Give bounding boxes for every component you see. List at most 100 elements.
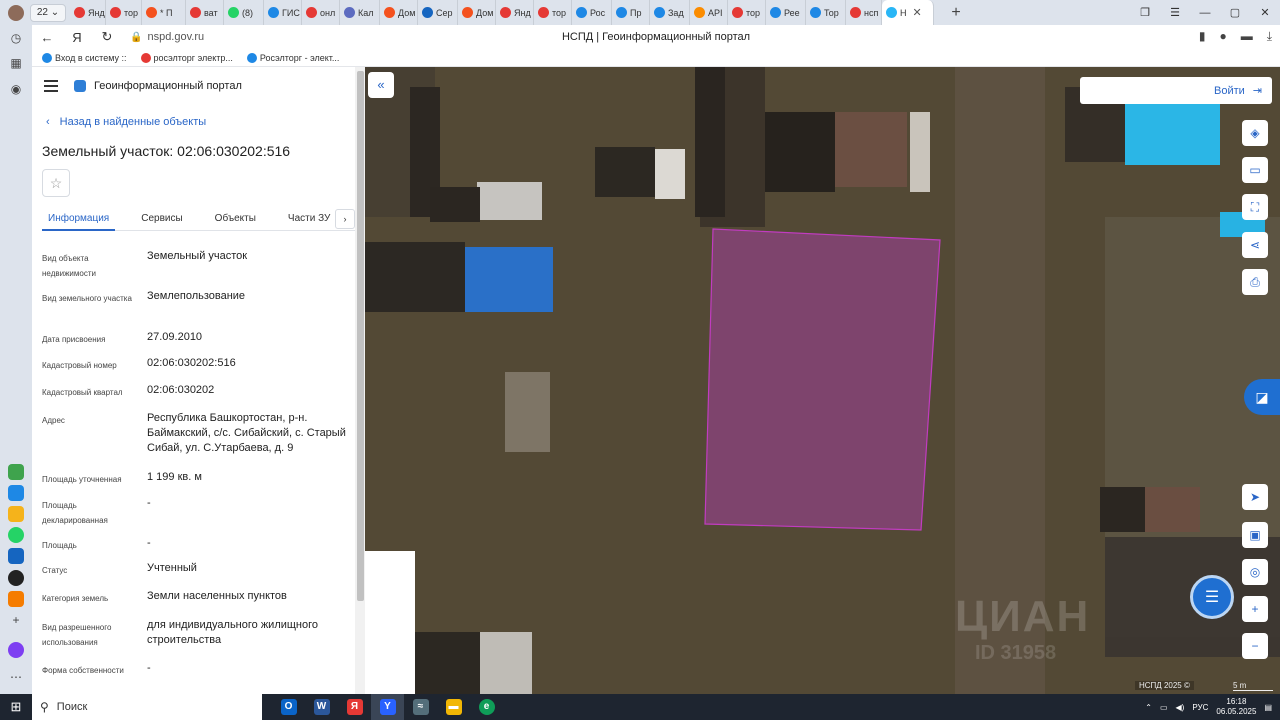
edge-app[interactable]: e — [470, 694, 503, 720]
app-icon-5[interactable] — [8, 548, 24, 564]
geolocation-button[interactable]: ➤ — [1242, 484, 1268, 510]
extension-icon[interactable]: ● — [1219, 29, 1226, 44]
whatsapp-icon[interactable] — [8, 527, 24, 543]
yandex-app[interactable]: Я — [338, 694, 371, 720]
volume-icon[interactable]: ◀) — [1176, 703, 1185, 712]
browser-tab[interactable]: Рее — [766, 0, 806, 25]
camera-icon[interactable]: ◉ — [8, 81, 24, 97]
tray-arrow-icon[interactable]: ⌃ — [1145, 703, 1152, 712]
notification-icon[interactable]: ▤ — [1264, 703, 1272, 712]
browser-tab[interactable]: Н ✕ — [882, 0, 934, 25]
history-icon[interactable]: ◷ — [8, 30, 24, 46]
browser-tab[interactable]: Кал — [340, 0, 380, 25]
browser-tab[interactable]: АРІ — [690, 0, 728, 25]
profile-avatar[interactable] — [8, 4, 24, 21]
app-icon-6[interactable] — [8, 570, 24, 586]
bookmark-item[interactable]: росэлторг электр... — [140, 52, 233, 63]
panel-tab[interactable]: Информация — [42, 207, 116, 231]
browser-tab[interactable]: ват — [186, 0, 224, 25]
tab-count-button[interactable]: 22 ⌄ — [30, 3, 66, 22]
alice-icon[interactable] — [8, 642, 24, 658]
zoom-in-button[interactable]: + — [1242, 596, 1268, 622]
app-icon-3[interactable] — [8, 506, 24, 522]
tab-favicon-icon — [732, 7, 743, 18]
close-window-icon[interactable]: ✕ — [1250, 6, 1280, 19]
layers-button[interactable]: ◈ — [1242, 120, 1268, 146]
url-field[interactable]: 🔒 nspd.gov.ru — [130, 31, 204, 43]
panel-tab[interactable]: Сервисы — [135, 207, 188, 230]
taskbar-search[interactable]: ⚲ Поиск — [32, 694, 262, 720]
clock[interactable]: 16:18 06.05.2025 — [1216, 697, 1256, 717]
outlook-app[interactable]: O — [272, 694, 305, 720]
browser-tab[interactable]: Янд — [496, 0, 534, 25]
browser-tab[interactable]: Рос — [572, 0, 612, 25]
tabs-scroll-right-icon[interactable]: › — [335, 209, 355, 229]
wallet-icon[interactable]: ▬ — [1241, 29, 1253, 44]
ruler-button[interactable]: ▭ — [1242, 157, 1268, 183]
reload-icon[interactable]: ↻ — [92, 29, 122, 45]
browser-tab[interactable]: Дом — [380, 0, 418, 25]
app-icon-7[interactable] — [8, 591, 24, 607]
browser-tab[interactable]: Дом — [458, 0, 496, 25]
panel-tab[interactable]: Части ЗУ — [282, 207, 336, 230]
notifications-icon[interactable]: ☰ — [1160, 6, 1190, 19]
map-view[interactable]: ЦИАН ID 31958 « Войти ⇥ ◈ ▭ ⛶ ⋖ ⎙ ◪ ➤ ▣ ◎… — [365, 67, 1280, 694]
bookmark-icon[interactable]: ▮ — [1199, 29, 1206, 44]
bookmark-favicon-icon — [246, 52, 257, 63]
browser-tab[interactable]: тор — [106, 0, 142, 25]
chat-button[interactable]: ☰ — [1190, 575, 1234, 619]
panel-scrollbar-thumb[interactable] — [357, 71, 364, 601]
collapse-panel-button[interactable]: « — [368, 72, 394, 98]
share-button[interactable]: ⋖ — [1242, 232, 1268, 258]
menu-icon[interactable] — [44, 80, 58, 92]
feedback-button[interactable]: ◪ — [1244, 379, 1280, 415]
back-arrow-icon[interactable]: ← — [32, 30, 62, 45]
add-app-icon[interactable]: + — [8, 612, 24, 628]
panel-scrollbar[interactable] — [355, 67, 365, 694]
land-parcel-polygon[interactable] — [704, 228, 941, 531]
browser-tab[interactable]: Зад — [650, 0, 690, 25]
select-area-button[interactable]: ⛶ — [1242, 194, 1268, 220]
download-icon[interactable]: ⤓ — [1267, 29, 1272, 44]
browser-tab[interactable]: тор — [534, 0, 572, 25]
app-icon-2[interactable] — [8, 485, 24, 501]
tabs-view-icon[interactable]: ❐ — [1130, 6, 1160, 19]
network-icon[interactable]: ▭ — [1160, 703, 1168, 712]
search-location-button[interactable]: ◎ — [1242, 559, 1268, 585]
browser-tab[interactable]: * П — [142, 0, 186, 25]
explorer-app[interactable]: ▬ — [437, 694, 470, 720]
zoom-out-button[interactable]: − — [1242, 633, 1268, 659]
browser-tab[interactable]: онл — [302, 0, 340, 25]
browser-tab[interactable]: нсп — [846, 0, 882, 25]
back-to-results-link[interactable]: ‹ Назад в найденные объекты — [46, 116, 206, 128]
browser-tab[interactable]: Сер — [418, 0, 458, 25]
browser-tab[interactable]: тор — [728, 0, 766, 25]
browser-tab[interactable]: Янд — [70, 0, 106, 25]
windows-start-icon[interactable]: ⊞ — [0, 699, 32, 715]
favorite-star-button[interactable]: ☆ — [42, 169, 70, 197]
panel-tab[interactable]: Объекты — [209, 207, 262, 230]
print-button[interactable]: ⎙ — [1242, 269, 1268, 295]
language-indicator[interactable]: РУС — [1192, 703, 1208, 712]
login-button[interactable]: Войти ⇥ — [1080, 77, 1272, 104]
browser-tab[interactable]: Тор — [806, 0, 846, 25]
browser-tab[interactable]: ГИС — [264, 0, 302, 25]
tab-favicon-icon — [268, 7, 279, 18]
app-icon-1[interactable] — [8, 464, 24, 480]
bookmark-item[interactable]: Росэлторг - элект... — [246, 52, 339, 63]
close-tab-icon[interactable]: ✕ — [913, 6, 922, 19]
maximize-icon[interactable]: ▢ — [1220, 6, 1250, 19]
info-value: для индивидуального жилищного строительс… — [147, 619, 319, 646]
minimap-button[interactable]: ▣ — [1242, 522, 1268, 548]
app-5[interactable]: ≈ — [404, 694, 437, 720]
calendar-icon[interactable]: ▦ — [8, 55, 24, 71]
word-app[interactable]: W — [305, 694, 338, 720]
yandex-icon[interactable]: Я — [62, 30, 92, 45]
minimize-icon[interactable]: — — [1190, 7, 1220, 19]
yandex-browser-app[interactable]: Y — [371, 694, 404, 720]
browser-tab[interactable]: Пр — [612, 0, 650, 25]
browser-tab[interactable]: (8) — [224, 0, 264, 25]
more-icon[interactable]: ⋯ — [8, 669, 24, 685]
bookmark-item[interactable]: Вход в систему :: — [42, 52, 127, 63]
new-tab-icon[interactable]: + — [944, 4, 968, 22]
